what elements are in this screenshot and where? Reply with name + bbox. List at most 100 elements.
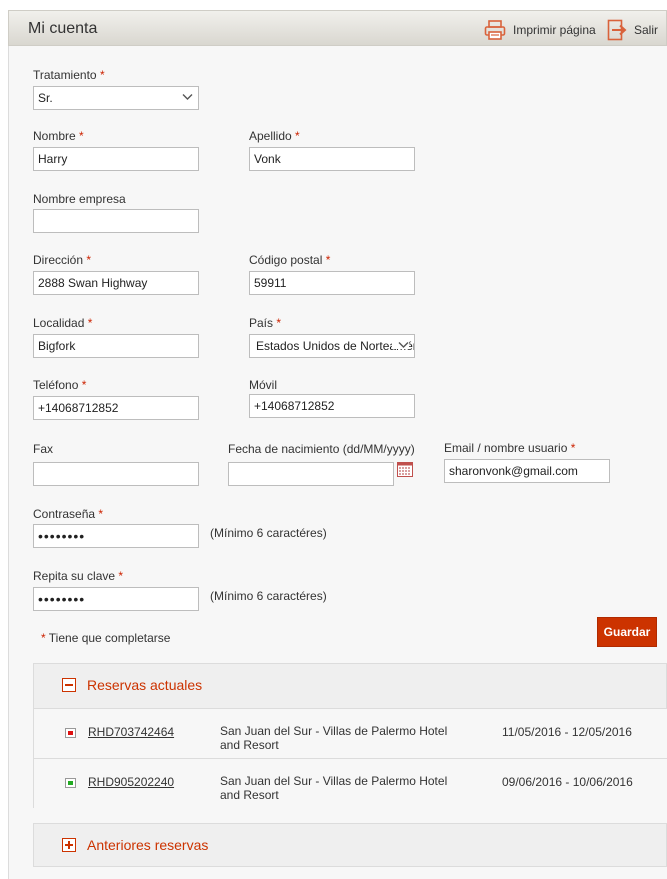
repita-hint: (Mínimo 6 caractéres) — [210, 589, 327, 603]
plus-icon — [65, 841, 73, 849]
save-button[interactable]: Guardar — [597, 617, 657, 647]
email-input[interactable]: sharonvonk@gmail.com — [444, 459, 610, 483]
reservas-actuales-header[interactable]: Reservas actuales — [34, 664, 667, 708]
localidad-input[interactable]: Bigfork — [33, 334, 199, 358]
fax-label: Fax — [33, 442, 54, 456]
required-note-text: Tiene que completarse — [48, 631, 171, 645]
nombre-label: Nombre * — [33, 129, 84, 143]
chevron-down-icon — [182, 94, 193, 100]
calendar-icon[interactable] — [397, 462, 413, 477]
anteriores-reservas-title[interactable]: Anteriores reservas — [87, 837, 208, 853]
required-mark: * — [325, 253, 331, 267]
localidad-label-text: Localidad — [33, 316, 85, 330]
pais-label-text: País — [249, 316, 274, 330]
nacimiento-input[interactable] — [228, 462, 394, 486]
pais-select[interactable]: Estados Unidos de Norteamérica — [249, 334, 415, 358]
apellido-input[interactable]: Vonk — [249, 147, 415, 171]
logout-icon — [607, 19, 627, 41]
required-mark: * — [118, 569, 124, 583]
nombre-label-text: Nombre — [33, 129, 76, 143]
telefono-label: Teléfono * — [33, 378, 86, 392]
empresa-label: Nombre empresa — [33, 192, 126, 206]
nacimiento-label: Fecha de nacimiento (dd/MM/yyyy) — [228, 442, 415, 456]
tratamiento-select[interactable]: Sr. — [33, 86, 199, 110]
required-mark: * — [79, 129, 84, 143]
codigo-postal-label: Código postal * — [249, 253, 330, 267]
apellido-value: Vonk — [254, 152, 281, 166]
contrasena-label: Contraseña * — [33, 507, 103, 521]
reservation-code-link[interactable]: RHD703742464 — [88, 725, 174, 739]
print-page-label: Imprimir página — [513, 23, 596, 37]
required-mark: * — [276, 316, 282, 330]
contrasena-value: •••••••• — [38, 528, 86, 544]
email-value: sharonvonk@gmail.com — [449, 464, 578, 478]
required-mark: * — [98, 507, 104, 521]
chevron-down-icon — [398, 341, 409, 349]
email-label: Email / nombre usuario * — [444, 441, 575, 455]
direccion-label-text: Dirección — [33, 253, 84, 267]
movil-label: Móvil — [249, 378, 278, 392]
collapse-icon[interactable] — [62, 678, 76, 692]
print-page-button[interactable]: Imprimir página — [484, 19, 596, 41]
tratamiento-label: Tratamiento * — [33, 68, 105, 82]
reservation-dates: 11/05/2016 - 12/05/2016 — [502, 725, 632, 739]
required-mark: * — [570, 441, 576, 455]
email-label-text: Email / nombre usuario — [444, 441, 568, 455]
reservas-actuales-title[interactable]: Reservas actuales — [87, 677, 202, 693]
contrasena-hint: (Mínimo 6 caractéres) — [210, 526, 327, 540]
direccion-label: Dirección * — [33, 253, 91, 267]
repita-label-text: Repita su clave — [33, 569, 116, 583]
movil-value: +14068712852 — [254, 399, 335, 413]
direccion-value: 2888 Swan Highway — [38, 276, 148, 290]
telefono-value: +14068712852 — [38, 401, 119, 415]
status-icon — [65, 728, 76, 738]
direccion-input[interactable]: 2888 Swan Highway — [33, 271, 199, 295]
expand-icon[interactable] — [62, 838, 76, 852]
codigo-postal-value: 59911 — [254, 276, 287, 290]
reservation-hotel: San Juan del Sur - Villas de Palermo Hot… — [220, 724, 448, 752]
telefono-input[interactable]: +14068712852 — [33, 396, 199, 420]
required-mark: * — [41, 631, 46, 645]
localidad-label: Localidad * — [33, 316, 92, 330]
apellido-label: Apellido * — [249, 129, 300, 143]
pais-value: Estados Unidos de Norteamérica — [256, 339, 415, 353]
minus-icon — [65, 684, 73, 686]
logout-button[interactable]: Salir — [607, 19, 658, 41]
empresa-input[interactable] — [33, 209, 199, 233]
status-icon — [65, 778, 76, 788]
apellido-label-text: Apellido — [249, 129, 292, 143]
codigo-postal-input[interactable]: 59911 — [249, 271, 415, 295]
repita-label: Repita su clave * — [33, 569, 123, 583]
repita-input[interactable]: •••••••• — [33, 587, 199, 611]
printer-icon — [484, 20, 506, 40]
movil-input[interactable]: +14068712852 — [249, 394, 415, 418]
status-dot — [68, 731, 73, 735]
nombre-value: Harry — [38, 152, 68, 166]
reservation-hotel: San Juan del Sur - Villas de Palermo Hot… — [220, 774, 448, 802]
required-mark: * — [81, 378, 87, 392]
contrasena-input[interactable]: •••••••• — [33, 524, 199, 548]
tratamiento-label-text: Tratamiento — [33, 68, 97, 82]
reservation-row: RHD905202240 San Juan del Sur - Villas d… — [34, 758, 667, 808]
nombre-input[interactable]: Harry — [33, 147, 199, 171]
telefono-label-text: Teléfono — [33, 378, 79, 392]
required-mark: * — [86, 253, 92, 267]
required-mark: * — [99, 68, 105, 82]
repita-value: •••••••• — [38, 591, 86, 607]
required-mark: * — [87, 316, 93, 330]
account-header: Mi cuenta Imprimir página Salir — [8, 10, 667, 46]
status-dot — [68, 781, 73, 785]
localidad-value: Bigfork — [38, 339, 76, 353]
reservation-row: RHD703742464 San Juan del Sur - Villas d… — [34, 708, 667, 758]
required-mark: * — [295, 129, 300, 143]
page-title: Mi cuenta — [28, 20, 98, 37]
tratamiento-value: Sr. — [38, 91, 53, 105]
codigo-postal-label-text: Código postal — [249, 253, 323, 267]
reservation-code-link[interactable]: RHD905202240 — [88, 775, 174, 789]
pais-label: País * — [249, 316, 281, 330]
anteriores-reservas-section[interactable]: Anteriores reservas — [33, 823, 667, 867]
required-note: * Tiene que completarse — [41, 631, 170, 645]
logout-label: Salir — [634, 23, 659, 37]
fax-input[interactable] — [33, 462, 199, 486]
contrasena-label-text: Contraseña — [33, 507, 96, 521]
